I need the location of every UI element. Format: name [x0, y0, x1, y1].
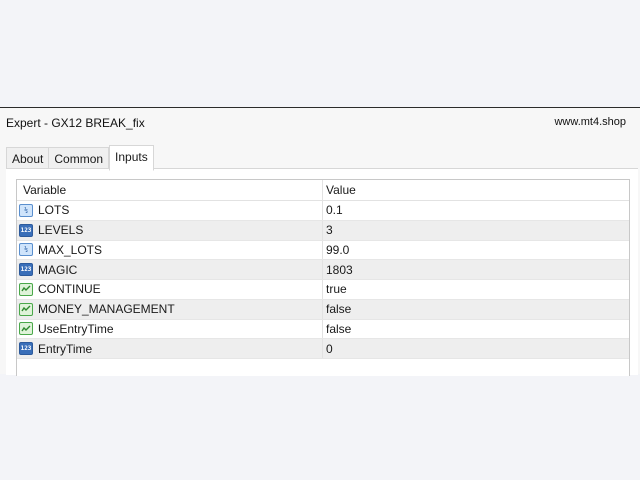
- variable-name: LEVELS: [38, 223, 84, 238]
- expert-properties-dialog: Expert - GX12 BREAK_fix www.mt4.shop Abo…: [0, 107, 640, 376]
- variable-cell: 123 LEVELS: [17, 223, 322, 237]
- value-cell[interactable]: true: [322, 280, 629, 299]
- grid-rows: ½ LOTS 0.1 123 LEVELS 3 ½ MAX_LOTS 99.0 123 MAGIC 1…: [17, 201, 629, 359]
- inputs-grid: Variable Value ½ LOTS 0.1 123 LEVELS 3 ½ MAX_LO…: [16, 179, 630, 376]
- tab-about[interactable]: About: [6, 147, 50, 170]
- double-icon: ½: [19, 203, 33, 217]
- value-cell[interactable]: false: [322, 299, 629, 319]
- variable-cell: UseEntryTime: [17, 322, 322, 336]
- table-row[interactable]: 123 MAGIC 1803: [17, 260, 629, 280]
- double-icon: ½: [19, 243, 33, 257]
- value-cell[interactable]: 0.1: [322, 201, 629, 220]
- value-cell[interactable]: false: [322, 319, 629, 339]
- window-title: Expert - GX12 BREAK_fix: [6, 116, 145, 130]
- table-row[interactable]: ½ MAX_LOTS 99.0: [17, 240, 629, 261]
- inputs-panel: Variable Value ½ LOTS 0.1 123 LEVELS 3 ½ MAX_LO…: [6, 168, 638, 376]
- variable-cell: MONEY_MANAGEMENT: [17, 302, 322, 316]
- variable-cell: ½ MAX_LOTS: [17, 243, 322, 257]
- column-header-value[interactable]: Value: [322, 180, 629, 200]
- table-row[interactable]: ½ LOTS 0.1: [17, 201, 629, 221]
- table-row[interactable]: 123 LEVELS 3: [17, 220, 629, 241]
- tab-inputs[interactable]: Inputs: [109, 145, 154, 171]
- value-cell[interactable]: 1803: [322, 260, 629, 279]
- value-cell[interactable]: 0: [322, 339, 629, 358]
- title-bar: Expert - GX12 BREAK_fix www.mt4.shop: [0, 108, 640, 138]
- tab-common[interactable]: Common: [49, 147, 110, 170]
- watermark-site: www.mt4.shop: [554, 116, 626, 128]
- tab-strip: About Common Inputs: [6, 145, 154, 171]
- table-row[interactable]: 123 EntryTime 0: [17, 339, 629, 359]
- bool-icon: [19, 282, 33, 296]
- variable-cell: CONTINUE: [17, 282, 322, 296]
- integer-icon: 123: [19, 263, 33, 277]
- table-row[interactable]: MONEY_MANAGEMENT false: [17, 299, 629, 320]
- variable-cell: 123 EntryTime: [17, 342, 322, 356]
- variable-name: EntryTime: [38, 341, 93, 356]
- variable-name: MONEY_MANAGEMENT: [38, 302, 175, 317]
- table-row[interactable]: CONTINUE true: [17, 280, 629, 300]
- value-cell[interactable]: 99.0: [322, 240, 629, 260]
- variable-cell: 123 MAGIC: [17, 263, 322, 277]
- bool-icon: [19, 302, 33, 316]
- bool-icon: [19, 322, 33, 336]
- value-cell[interactable]: 3: [322, 220, 629, 240]
- variable-cell: ½ LOTS: [17, 203, 322, 217]
- integer-icon: 123: [19, 342, 33, 356]
- variable-name: CONTINUE: [38, 282, 101, 297]
- variable-name: LOTS: [38, 203, 70, 218]
- column-header-variable[interactable]: Variable: [17, 180, 322, 200]
- variable-name: MAX_LOTS: [38, 242, 103, 257]
- grid-header: Variable Value: [17, 180, 629, 201]
- variable-name: UseEntryTime: [38, 321, 114, 336]
- variable-name: MAGIC: [38, 262, 78, 277]
- integer-icon: 123: [19, 223, 33, 237]
- table-row[interactable]: UseEntryTime false: [17, 319, 629, 340]
